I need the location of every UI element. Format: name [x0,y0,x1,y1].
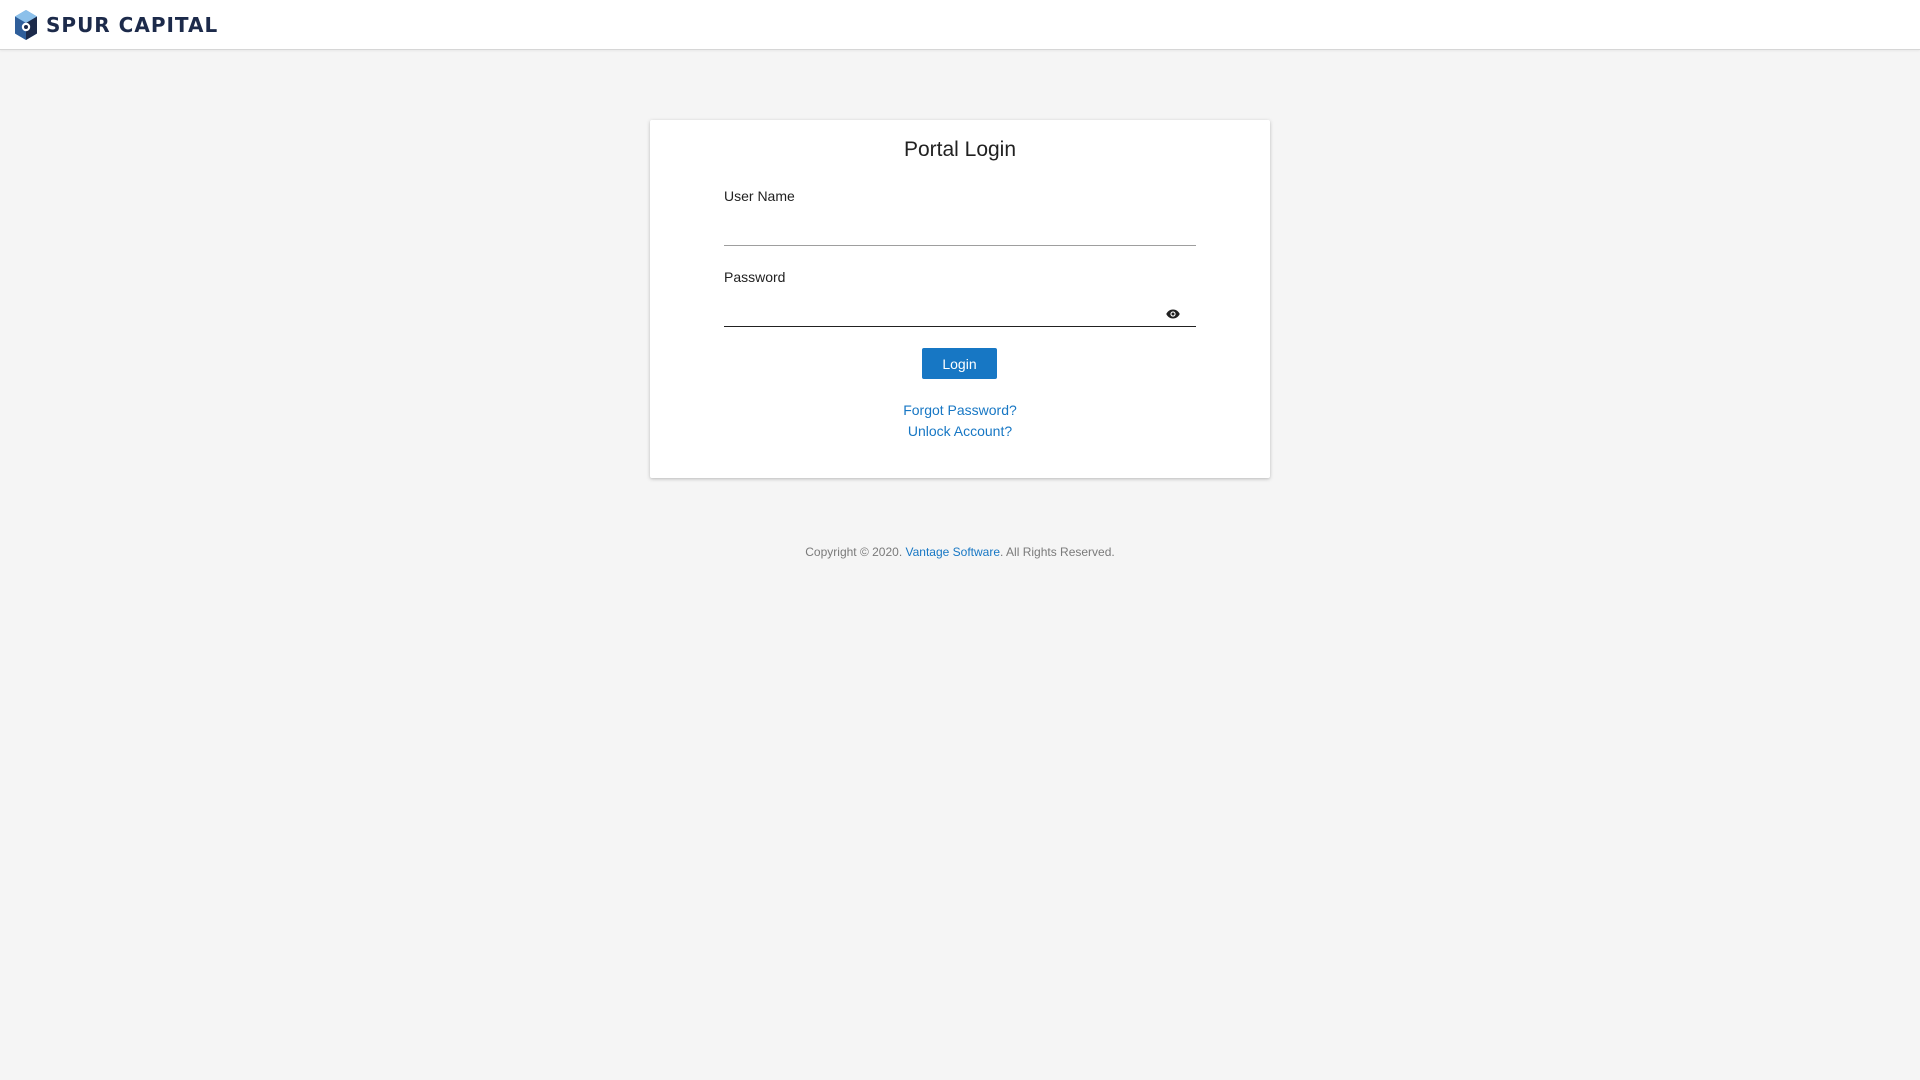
username-input[interactable] [724,218,1196,246]
password-input[interactable] [724,299,1196,327]
brand-name: SPUR CAPITAL [46,12,219,37]
copyright-prefix: Copyright © 2020. [805,545,906,559]
copyright-suffix: . All Rights Reserved. [1000,545,1115,559]
username-label: User Name [724,188,795,204]
hexagon-logo-icon [15,9,37,40]
vantage-software-link[interactable]: Vantage Software [906,545,1001,559]
forgot-password-link[interactable]: Forgot Password? [650,400,1270,421]
brand[interactable]: SPUR CAPITAL [14,9,218,41]
eye-icon[interactable] [1164,307,1182,321]
top-navbar: SPUR CAPITAL [0,0,1920,50]
username-field-group: User Name [724,188,1196,246]
login-card: Portal Login User Name Password Login Fo… [650,120,1270,478]
password-field-group: Password [724,269,1196,327]
login-button[interactable]: Login [922,348,997,379]
page-title: Portal Login [903,138,1017,161]
account-links: Forgot Password? Unlock Account? [650,400,1270,442]
footer: Copyright © 2020. Vantage Software. All … [0,545,1920,559]
password-label: Password [724,269,786,285]
unlock-account-link[interactable]: Unlock Account? [650,421,1270,442]
